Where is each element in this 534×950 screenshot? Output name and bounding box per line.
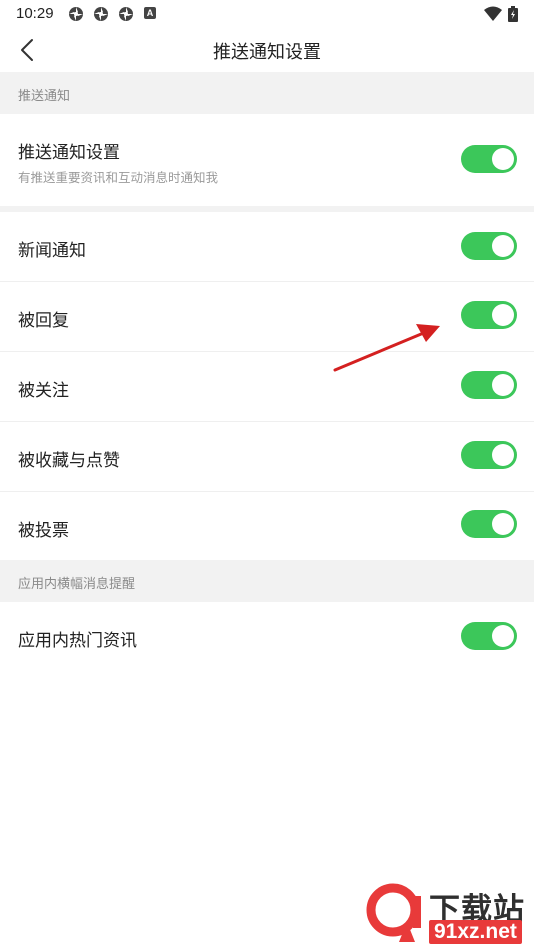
toggle-knob [492, 374, 514, 396]
push-master-toggle[interactable] [461, 145, 517, 173]
status-bar: 10:29 A [0, 0, 534, 28]
hot-news-toggle[interactable] [461, 622, 517, 650]
setting-row-hot-news[interactable]: 应用内热门资讯 [0, 602, 534, 672]
setting-subtitle: 有推送重要资讯和互动消息时通知我 [18, 171, 219, 185]
setting-row-push-master[interactable]: 推送通知设置 有推送重要资讯和互动消息时通知我 [0, 114, 534, 206]
toggle-knob [492, 235, 514, 257]
section-header-label: 应用内横幅消息提醒 [18, 576, 136, 591]
annotation-arrow-icon [333, 324, 440, 372]
section-header-banner: 应用内横幅消息提醒 [0, 560, 534, 602]
toggle-knob [492, 148, 514, 170]
toggle-knob [492, 513, 514, 535]
vote-toggle[interactable] [461, 510, 517, 538]
toggle-knob [492, 444, 514, 466]
watermark: 下载站 91xz.net [363, 882, 531, 946]
setting-row-follow[interactable]: 被关注 [0, 352, 534, 422]
page-title: 推送通知设置 [213, 42, 321, 62]
watermark-url: 91xz.net [429, 920, 522, 944]
setting-label: 被关注 [18, 381, 69, 400]
setting-row-news[interactable]: 新闻通知 [0, 212, 534, 282]
status-time: 10:29 [16, 5, 54, 22]
nav-bar: 推送通知设置 [0, 28, 534, 72]
setting-row-vote[interactable]: 被投票 [0, 492, 534, 562]
a-badge-icon: A [144, 7, 156, 19]
setting-label: 应用内热门资讯 [18, 631, 137, 650]
setting-label: 新闻通知 [18, 241, 86, 260]
collect-like-toggle[interactable] [461, 441, 517, 469]
news-toggle[interactable] [461, 232, 517, 260]
setting-row-collect-like[interactable]: 被收藏与点赞 [0, 422, 534, 492]
follow-toggle[interactable] [461, 371, 517, 399]
pinwheel-icon [94, 7, 108, 21]
setting-label: 被投票 [18, 521, 69, 540]
toggle-knob [492, 304, 514, 326]
section-header-label: 推送通知 [18, 88, 71, 103]
wifi-icon [484, 6, 502, 21]
section-header-push: 推送通知 [0, 72, 534, 114]
setting-label: 被收藏与点赞 [18, 451, 120, 470]
reply-toggle[interactable] [461, 301, 517, 329]
toggle-knob [492, 625, 514, 647]
setting-label: 推送通知设置 [18, 143, 120, 162]
watermark-logo-icon [366, 883, 421, 942]
pinwheel-icon [69, 7, 83, 21]
battery-icon [508, 6, 518, 22]
pinwheel-icon [119, 7, 133, 21]
setting-row-reply[interactable]: 被回复 [0, 282, 534, 352]
setting-label: 被回复 [18, 311, 69, 330]
